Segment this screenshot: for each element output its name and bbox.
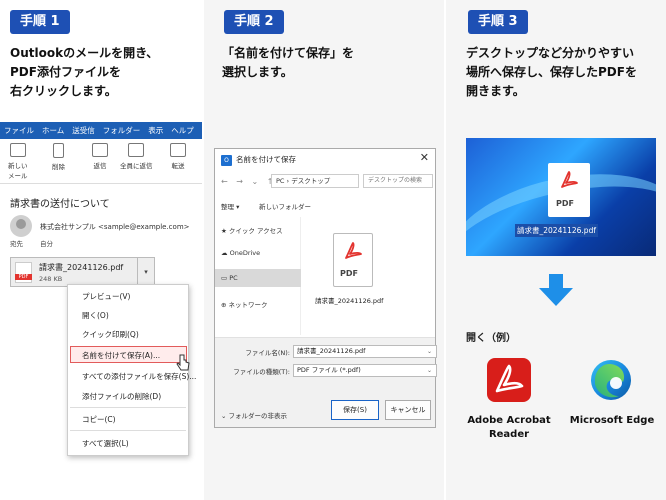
step1-badge: 手順 1 <box>10 10 70 34</box>
sidebar: ★ クイック アクセス ☁ OneDrive ▭ PC ⊕ ネットワーク <box>215 217 301 335</box>
attachment-name: 請求書_20241126.pdf <box>39 263 124 272</box>
menu-item-quick-print[interactable]: クイック印刷(Q) <box>82 329 139 340</box>
save-as-dialog: O 名前を付けて保存 ✕ ← → ⌄ ↑ PC › デスクトップ デスクトップの検… <box>214 148 437 428</box>
context-menu: プレビュー(V) 開く(O) クイック印刷(Q) 名前を付けて保存(A)... … <box>67 284 196 456</box>
mail-icon <box>9 143 26 157</box>
pdf-file-icon[interactable]: PDF <box>333 233 373 287</box>
search-input[interactable]: デスクトップの検索 <box>363 174 433 188</box>
tab-send-receive[interactable]: 送受信 <box>68 125 99 136</box>
chevron-down-icon: ⌄ <box>426 367 432 374</box>
microsoft-edge-label: Microsoft Edge <box>569 415 655 426</box>
trash-icon <box>53 143 64 158</box>
reply-button[interactable]: 返信 <box>92 143 108 170</box>
new-folder-button[interactable]: 新しいフォルダー <box>259 201 311 211</box>
tab-home[interactable]: ホーム <box>38 125 68 136</box>
desktop-preview: PDF 請求書_20241126.pdf <box>466 138 656 256</box>
desktop-file-label: 請求書_20241126.pdf <box>515 224 598 237</box>
filename-field[interactable]: 請求書_20241126.pdf ⌄ <box>293 345 437 358</box>
ribbon-tabs: ファイル ホーム 送受信 フォルダー 表示 ヘルプ <box>0 122 202 139</box>
chevron-down-icon[interactable]: ▾ <box>137 258 154 286</box>
microsoft-edge-icon[interactable] <box>589 358 633 402</box>
acrobat-reader-icon[interactable] <box>487 358 531 402</box>
tab-folder[interactable]: フォルダー <box>99 125 145 136</box>
sidebar-item-onedrive[interactable]: ☁ OneDrive <box>221 249 260 257</box>
edge-logo-icon <box>591 360 631 400</box>
new-mail-button[interactable]: 新しい メール <box>8 143 28 180</box>
sidebar-item-pc[interactable]: ▭ PC <box>221 274 238 282</box>
step3-description: デスクトップなど分かりやすい 場所へ保存し、保存したPDFを 開きます。 <box>466 46 637 98</box>
nav-arrows[interactable]: ← → ⌄ ↑ <box>221 177 276 186</box>
reply-icon <box>92 143 108 157</box>
step2-panel: 手順 2 「名前を付けて保存」を 選択します。 O 名前を付けて保存 ✕ ← → … <box>204 0 444 500</box>
forward-button[interactable]: 転送 <box>170 143 186 170</box>
menu-item-preview[interactable]: プレビュー(V) <box>82 291 130 302</box>
menu-item-save-as[interactable]: 名前を付けて保存(A)... <box>82 350 160 361</box>
close-icon[interactable]: ✕ <box>420 151 429 164</box>
filetype-label: ファイルの種類(T): <box>233 368 290 376</box>
pdf-file-icon <box>15 262 32 283</box>
step1-panel: 手順 1 Outlookのメールを開き、 PDF添付ファイルを 右クリックします… <box>0 0 202 500</box>
to-value: 自分 <box>40 240 53 248</box>
tab-help[interactable]: ヘルプ <box>167 125 198 136</box>
tab-file[interactable]: ファイル <box>0 125 38 136</box>
ribbon-toolbar: 新しい メール 削除 返信 全員に返信 転送 <box>0 139 202 184</box>
file-name[interactable]: 請求書_20241126.pdf <box>315 295 383 305</box>
step2-description: 「名前を付けて保存」を 選択します。 <box>222 46 355 79</box>
path-breadcrumb[interactable]: PC › デスクトップ <box>271 174 359 188</box>
save-button[interactable]: 保存(S) <box>331 400 379 420</box>
acrobat-reader-label: Adobe Acrobat Reader <box>467 415 551 440</box>
outlook-icon: O <box>221 154 232 166</box>
sidebar-item-quick-access[interactable]: ★ クイック アクセス <box>221 225 283 235</box>
hand-cursor-icon <box>176 354 190 371</box>
dialog-title: O 名前を付けて保存 <box>221 154 296 166</box>
tab-view[interactable]: 表示 <box>144 125 167 136</box>
menu-item-select-all[interactable]: すべて選択(L) <box>82 438 129 449</box>
delete-button[interactable]: 削除 <box>52 143 65 171</box>
menu-divider <box>70 407 186 408</box>
arrow-down-icon <box>539 274 573 306</box>
menu-item-remove-attachment[interactable]: 添付ファイルの削除(D) <box>82 391 161 402</box>
acrobat-logo-icon <box>345 242 362 259</box>
organize-button[interactable]: 整理 ▾ <box>221 201 239 211</box>
open-example-label: 開く（例） <box>466 333 516 344</box>
sidebar-item-network[interactable]: ⊕ ネットワーク <box>221 299 268 309</box>
sender: 株式会社サンプル <sample@example.com> <box>40 223 190 231</box>
step2-badge: 手順 2 <box>224 10 284 34</box>
step3-panel: 手順 3 デスクトップなど分かりやすい 場所へ保存し、保存したPDFを 開きます… <box>446 0 666 500</box>
step3-badge: 手順 3 <box>468 10 528 34</box>
menu-item-open[interactable]: 開く(O) <box>82 310 109 321</box>
filename-label: ファイル名(N): <box>245 349 290 357</box>
acrobat-logo-icon <box>495 364 524 393</box>
attachment-chip[interactable]: 請求書_20241126.pdf 248 KB ▾ <box>10 257 155 287</box>
menu-item-copy[interactable]: コピー(C) <box>82 414 116 425</box>
pdf-file-icon[interactable]: PDF <box>548 163 590 217</box>
save-form: ファイル名(N): 請求書_20241126.pdf ⌄ ファイルの種類(T): … <box>215 337 437 427</box>
cancel-button[interactable]: キャンセル <box>385 400 431 420</box>
chevron-down-icon: ⌄ <box>426 348 432 355</box>
mail-subject: 請求書の送付について <box>10 199 110 210</box>
acrobat-logo-icon <box>561 171 578 188</box>
reply-all-button[interactable]: 全員に返信 <box>120 143 153 170</box>
hide-folders-toggle[interactable]: ⌄ フォルダーの非表示 <box>221 410 287 420</box>
step1-description: Outlookのメールを開き、 PDF添付ファイルを 右クリックします。 <box>10 46 159 98</box>
reply-all-icon <box>128 143 145 157</box>
filetype-select[interactable]: PDF ファイル (*.pdf) ⌄ <box>293 364 437 377</box>
to-label: 宛先 <box>10 240 23 248</box>
menu-divider <box>70 430 186 431</box>
avatar <box>10 215 32 237</box>
forward-icon <box>170 143 186 157</box>
attachment-size: 248 KB <box>39 275 63 283</box>
